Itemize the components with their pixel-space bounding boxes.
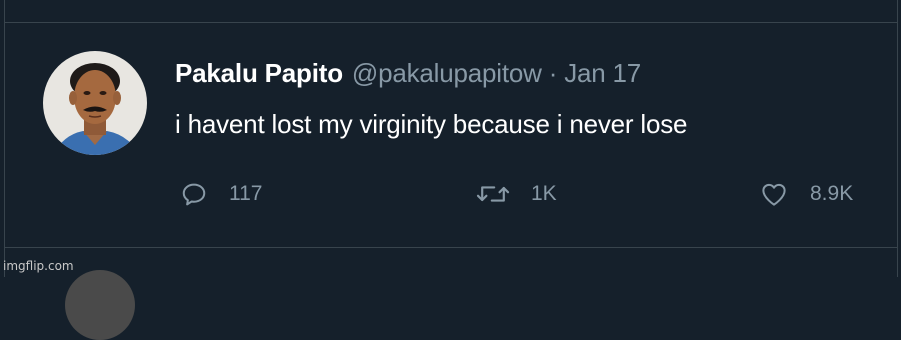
avatar-image — [43, 51, 147, 155]
like-count: 8.9K — [810, 182, 854, 205]
retweet-button[interactable]: 1K — [475, 177, 557, 211]
timeline-panel: Pakalu Papito @pakalupapitow · Jan 17 i … — [4, 0, 898, 340]
divider — [5, 247, 897, 248]
reply-icon — [182, 183, 206, 206]
heart-icon — [762, 183, 786, 206]
tweet-text: i havent lost my virginity because i nev… — [175, 109, 688, 139]
separator-dot: · — [548, 58, 558, 88]
reply-button[interactable]: 117 — [179, 177, 262, 211]
reply-count: 117 — [229, 182, 263, 205]
user-handle[interactable]: @pakalupapitow — [352, 58, 542, 89]
avatar[interactable] — [43, 51, 147, 155]
tweet-date[interactable]: Jan 17 — [564, 58, 641, 89]
tweet-header: Pakalu Papito @pakalupapitow · Jan 17 — [175, 58, 641, 92]
retweet-icon — [476, 186, 510, 202]
watermark: imgflip.com — [3, 259, 74, 273]
divider — [5, 22, 897, 23]
like-button[interactable]: 8.9K — [758, 177, 853, 211]
display-name[interactable]: Pakalu Papito — [175, 58, 343, 89]
retweet-count: 1K — [531, 182, 557, 205]
next-tweet-avatar[interactable] — [65, 270, 135, 340]
